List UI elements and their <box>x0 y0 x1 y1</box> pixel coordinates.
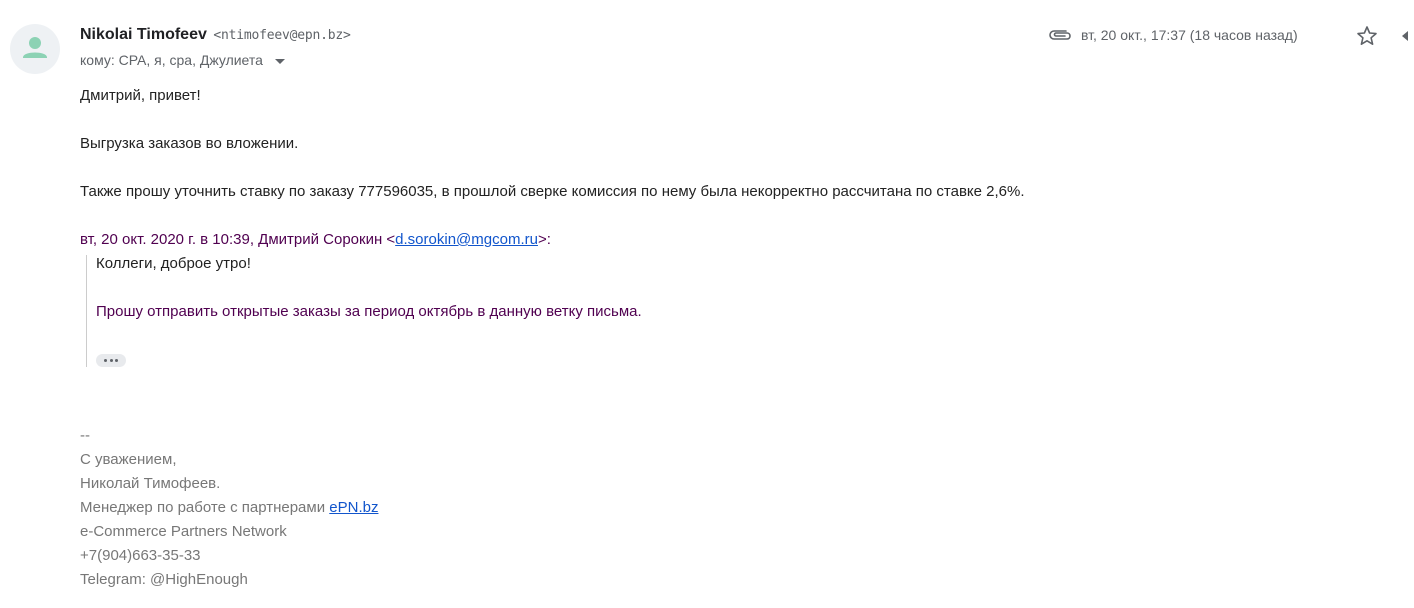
recipients-label: кому: CPA, я, сра, Джулиета <box>80 52 263 68</box>
signature-separator: -- <box>80 427 90 444</box>
quote-author-email-link[interactable]: d.sorokin@mgcom.ru <box>395 231 538 248</box>
message-date: вт, 20 окт., 17:37 (18 часов назад) <box>1081 27 1298 43</box>
signature-telegram: Telegram: @HighEnough <box>80 571 248 588</box>
signature-company: e-Commerce Partners Network <box>80 523 287 540</box>
reply-icon[interactable] <box>1398 24 1414 48</box>
sender-line: Nikolai Timofeev <ntimofeev@epn.bz> <box>80 26 351 44</box>
signature-position: Менеджер по работе с партнерами ePN.bz <box>80 499 378 516</box>
more-horiz-icon <box>104 359 107 362</box>
quote-attribution: вт, 20 окт. 2020 г. в 10:39, Дмитрий Сор… <box>80 231 551 248</box>
more-horiz-dot <box>115 359 118 362</box>
sender-avatar[interactable] <box>10 24 60 74</box>
quote-border <box>86 255 87 367</box>
quote-attribution-prefix: вт, 20 окт. 2020 г. в 10:39, Дмитрий Сор… <box>80 231 396 248</box>
sender-name[interactable]: Nikolai Timofeev <box>80 26 207 43</box>
chevron-down-icon[interactable] <box>274 58 285 64</box>
signature-position-label: Менеджер по работе с партнерами <box>80 499 330 516</box>
signature-regards: С уважением, <box>80 451 177 468</box>
body-line-attachment: Выгрузка заказов во вложении. <box>80 135 299 152</box>
recipients-line: кому: CPA, я, сра, Джулиета <box>80 52 285 68</box>
sender-email: <ntimofeev@epn.bz> <box>213 28 351 43</box>
star-icon[interactable] <box>1355 24 1379 48</box>
body-line-request: Также прошу уточнить ставку по заказу 77… <box>80 183 1025 200</box>
signature-name: Николай Тимофеев. <box>80 475 221 492</box>
more-horiz-dot <box>109 359 113 362</box>
quote-greeting: Коллеги, доброе утро! <box>96 255 251 272</box>
signature-phone: +7(904)663-35-33 <box>80 547 201 564</box>
quote-attribution-suffix: >: <box>537 231 551 248</box>
show-trimmed-content-button[interactable] <box>96 354 126 367</box>
email-message: Nikolai Timofeev <ntimofeev@epn.bz> кому… <box>0 0 1414 608</box>
quote-request: Прошу отправить открытые заказы за перио… <box>96 303 642 320</box>
signature-company-link[interactable]: ePN.bz <box>329 499 378 516</box>
person-icon <box>23 37 47 58</box>
paperclip-icon <box>1049 30 1071 40</box>
body-greeting: Дмитрий, привет! <box>80 87 201 104</box>
